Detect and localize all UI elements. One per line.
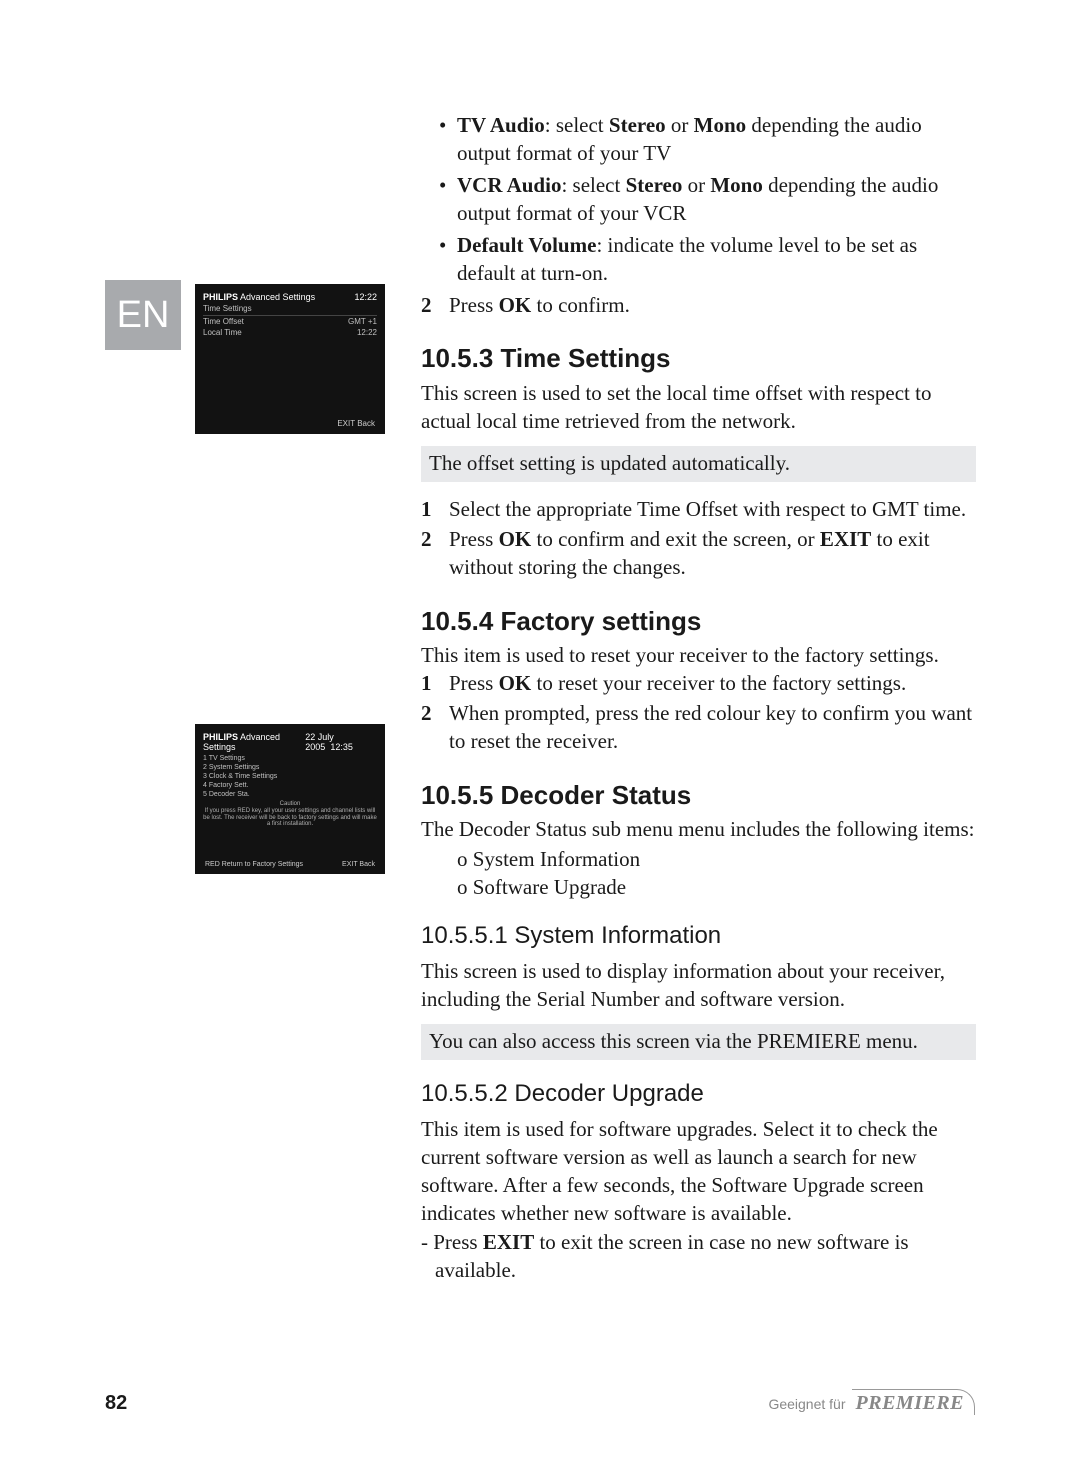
sc2-item5: 5 Decoder Sta. (203, 790, 377, 799)
note-premiere-menu: You can also access this screen via the … (421, 1024, 976, 1060)
sc2-item1: 1 TV Settings (203, 754, 377, 763)
sc2-foot-left: RED Return to Factory Settings (205, 861, 303, 868)
page-number: 82 (105, 1392, 127, 1415)
step-select-offset: 1Select the appropriate Time Offset with… (421, 496, 976, 524)
sc1-screen: Advanced Settings (240, 292, 315, 302)
sc1-row1-label: Time Offset (203, 317, 244, 326)
bullet-vcr-audio: VCR Audio: select Stereo or Mono dependi… (439, 172, 976, 228)
sc1-row2-value: 12:22 (357, 328, 377, 337)
para-system-information: This screen is used to display informati… (421, 958, 976, 1014)
sc2-item4: 4 Factory Sett. (203, 781, 377, 790)
subitem-software-upgrade: o Software Upgrade (457, 874, 976, 902)
premiere-logo: PREMIERE (852, 1389, 975, 1415)
step-factory-reset: 1Press OK to reset your receiver to the … (421, 670, 976, 698)
label-vcr-audio: VCR Audio (457, 173, 561, 197)
note-offset-auto: The offset setting is updated automatica… (421, 446, 976, 482)
heading-time-settings: 10.5.3 Time Settings (421, 341, 976, 376)
para-time-settings: This screen is used to set the local tim… (421, 380, 976, 436)
heading-system-information: 10.5.5.1 System Information (421, 920, 976, 952)
main-content: TV Audio: select Stereo or Mono dependin… (421, 112, 976, 1285)
step-red-confirm: 2When prompted, press the red colour key… (421, 700, 976, 756)
sc1-row2-label: Local Time (203, 328, 242, 337)
sc2-item2: 2 System Settings (203, 763, 377, 772)
sc2-caution-body: If you press RED key, all your user sett… (203, 808, 377, 828)
sc1-brand: PHILIPS (203, 292, 238, 302)
screenshot-time-settings: PHILIPS Advanced Settings 12:22 Time Set… (195, 284, 385, 434)
sc2-foot-right: EXIT Back (342, 861, 375, 868)
para-exit-no-software: - Press EXIT to exit the screen in case … (421, 1229, 976, 1285)
para-decoder-status: The Decoder Status sub menu menu include… (421, 816, 976, 844)
screenshot-factory-settings: PHILIPS Advanced Settings 22 July 2005 1… (195, 724, 385, 874)
subitem-system-info: o System Information (457, 846, 976, 874)
sc2-item3: 3 Clock & Time Settings (203, 772, 377, 781)
para-decoder-upgrade: This item is used for software upgrades.… (421, 1116, 976, 1228)
language-tab: EN (105, 280, 181, 350)
heading-decoder-status: 10.5.5 Decoder Status (421, 778, 976, 813)
sc1-row1-value: GMT +1 (348, 317, 377, 326)
step-confirm-exit: 2Press OK to confirm and exit the screen… (421, 526, 976, 582)
heading-decoder-upgrade: 10.5.5.2 Decoder Upgrade (421, 1078, 976, 1110)
sc1-foot: EXIT Back (337, 419, 375, 428)
sc1-subtitle: Time Settings (203, 304, 377, 316)
sc2-caution-title: Caution (203, 801, 377, 808)
sc1-time: 12:22 (354, 292, 377, 302)
heading-factory-settings: 10.5.4 Factory settings (421, 604, 976, 639)
bullet-default-volume: Default Volume: indicate the volume leve… (439, 232, 976, 288)
footer-suitable-for: Geeignet für (768, 1396, 845, 1412)
label-default-volume: Default Volume (457, 233, 596, 257)
step-press-ok: 2Press OK to confirm. (421, 292, 976, 320)
page-footer: 82 Geeignet für PREMIERE (105, 1389, 975, 1415)
sc2-brand: PHILIPS (203, 732, 238, 742)
sc2-time: 12:35 (330, 742, 353, 752)
label-tv-audio: TV Audio (457, 113, 545, 137)
para-factory-settings: This item is used to reset your receiver… (421, 642, 976, 670)
bullet-tv-audio: TV Audio: select Stereo or Mono dependin… (439, 112, 976, 168)
